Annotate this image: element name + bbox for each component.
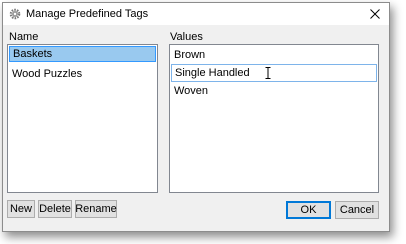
gear-icon	[9, 8, 21, 20]
name-list-item-baskets[interactable]: Baskets	[9, 46, 156, 62]
rename-button[interactable]: Rename	[75, 200, 117, 218]
name-list-item-wood-puzzles[interactable]: Wood Puzzles	[9, 66, 156, 82]
title-bar[interactable]: Manage Predefined Tags	[3, 3, 389, 25]
text-cursor-icon	[265, 67, 271, 79]
value-item-woven[interactable]: Woven	[171, 82, 377, 100]
values-column-label: Values	[170, 31, 203, 43]
new-button[interactable]: New	[7, 200, 35, 218]
name-column-label: Name	[9, 31, 39, 43]
close-button[interactable]	[361, 3, 389, 25]
cancel-button[interactable]: Cancel	[335, 201, 379, 219]
close-icon	[370, 9, 380, 19]
name-list[interactable]: Baskets Wood Puzzles	[7, 44, 158, 193]
value-item-brown[interactable]: Brown	[171, 46, 377, 64]
ok-button[interactable]: OK	[286, 201, 331, 219]
delete-button[interactable]: Delete	[38, 200, 72, 218]
manage-predefined-tags-dialog: Manage Predefined Tags Name Values Baske…	[2, 2, 390, 232]
value-item-label: Single Handled	[175, 67, 250, 79]
value-item-single-handled[interactable]: Single Handled	[171, 64, 377, 82]
window-title: Manage Predefined Tags	[26, 8, 149, 20]
values-list[interactable]: Brown Single Handled Woven	[169, 44, 379, 193]
